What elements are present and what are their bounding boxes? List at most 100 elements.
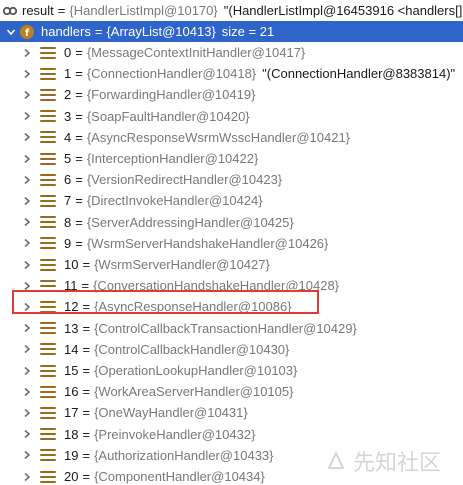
- chevron-right-icon[interactable]: [20, 470, 34, 484]
- item-index: 14: [64, 341, 79, 357]
- list-item[interactable]: 18 = {PreinvokeHandler@10432}: [0, 424, 463, 445]
- item-value: {WsrmServerHandshakeHandler@10426}: [86, 235, 329, 251]
- list-item[interactable]: 10 = {WsrmServerHandler@10427}: [0, 254, 463, 275]
- list-item[interactable]: 7 = {DirectInvokeHandler@10424}: [0, 190, 463, 211]
- equals-sign: =: [94, 24, 103, 39]
- equals-sign: =: [82, 447, 91, 463]
- item-index: 17: [64, 405, 79, 421]
- item-index: 11: [64, 278, 78, 294]
- item-index: 1: [64, 66, 72, 82]
- debugger-variables-tree: result = {HandlerListImpl@10170} "(Handl…: [0, 0, 463, 485]
- list-item-icon: [40, 385, 56, 399]
- chevron-right-icon[interactable]: [20, 364, 34, 378]
- list-item-icon: [40, 279, 56, 293]
- chevron-right-icon[interactable]: [20, 88, 34, 102]
- chevron-right-icon[interactable]: [20, 109, 34, 123]
- list-item[interactable]: 20 = {ComponentHandler@10434}: [0, 466, 463, 485]
- list-item[interactable]: 13 = {ControlCallbackTransactionHandler@10…: [0, 318, 463, 339]
- chevron-right-icon[interactable]: [20, 406, 34, 420]
- item-index: 15: [64, 363, 79, 378]
- item-value: {VersionRedirectHandler@10423}: [86, 172, 283, 188]
- equals-sign: =: [82, 257, 91, 272]
- item-index: 12: [64, 299, 79, 315]
- item-index: 6: [64, 172, 72, 188]
- list-item[interactable]: 14 = {ControlCallbackHandler@10430}: [0, 339, 463, 360]
- item-value: {AuthorizationHandler@10433}: [94, 447, 274, 463]
- list-item[interactable]: 1 = {ConnectionHandler@10418} "(ConnectionH…: [0, 63, 463, 84]
- item-index: 16: [64, 384, 79, 400]
- list-item-icon: [40, 236, 56, 250]
- chevron-right-icon[interactable]: [20, 300, 34, 314]
- chevron-down-icon[interactable]: [4, 25, 18, 39]
- item-string: "(ConnectionHandler@8383814)": [262, 66, 456, 82]
- item-index: 8: [64, 214, 72, 230]
- item-index: 9: [64, 235, 72, 251]
- handlers-row[interactable]: f handlers = {ArrayList@10413} size = 21: [0, 21, 463, 42]
- chevron-right-icon[interactable]: [20, 194, 34, 208]
- list-item[interactable]: 6 = {VersionRedirectHandler@10423}: [0, 169, 463, 190]
- equals-sign: =: [75, 45, 83, 60]
- item-index: 19: [64, 447, 79, 463]
- list-item[interactable]: 11 = {ConversationHandshakeHandler@10428}: [0, 275, 463, 296]
- equals-sign: =: [75, 129, 83, 145]
- list-item-icon: [40, 258, 56, 272]
- list-item[interactable]: 2 = {ForwardingHandler@10419}: [0, 84, 463, 105]
- equals-sign: =: [82, 426, 91, 442]
- result-value: {HandlerListImpl@10170}: [69, 3, 218, 18]
- result-name: result: [22, 3, 54, 18]
- chevron-right-icon[interactable]: [20, 342, 34, 356]
- list-item-icon: [40, 321, 56, 335]
- chevron-right-icon[interactable]: [20, 427, 34, 441]
- list-item[interactable]: 3 = {SoapFaultHandler@10420}: [0, 106, 463, 127]
- chevron-right-icon[interactable]: [20, 448, 34, 462]
- list-item[interactable]: 9 = {WsrmServerHandshakeHandler@10426}: [0, 233, 463, 254]
- list-item-icon: [40, 67, 56, 81]
- item-value: {AsyncResponseHandler@10086}: [94, 299, 292, 315]
- equals-sign: =: [82, 299, 91, 315]
- handlers-name: handlers: [41, 24, 91, 39]
- equals-sign: =: [82, 469, 91, 484]
- item-value: {DirectInvokeHandler@10424}: [86, 193, 263, 209]
- list-item[interactable]: 12 = {AsyncResponseHandler@10086}: [0, 296, 463, 317]
- equals-sign: =: [75, 151, 83, 166]
- item-value: {ConnectionHandler@10418}: [86, 66, 257, 82]
- chevron-right-icon[interactable]: [20, 236, 34, 250]
- result-string: "(HandlerListImpl@16453916 <handlers[](C…: [223, 3, 463, 18]
- item-value: {PreinvokeHandler@10432}: [94, 426, 256, 442]
- item-index: 13: [64, 320, 79, 336]
- list-item[interactable]: 17 = {OneWayHandler@10431}: [0, 402, 463, 423]
- list-item[interactable]: 16 = {WorkAreaServerHandler@10105}: [0, 381, 463, 402]
- list-item[interactable]: 0 = {MessageContextInitHandler@10417}: [0, 42, 463, 63]
- equals-sign: =: [82, 384, 91, 400]
- list-item-icon: [40, 88, 56, 102]
- item-index: 10: [64, 257, 79, 272]
- chevron-right-icon[interactable]: [20, 152, 34, 166]
- chevron-right-icon[interactable]: [20, 385, 34, 399]
- equals-sign: =: [82, 363, 91, 378]
- list-item[interactable]: 5 = {InterceptionHandler@10422}: [0, 148, 463, 169]
- item-index: 0: [64, 45, 72, 60]
- equals-sign: =: [75, 87, 83, 103]
- chevron-right-icon[interactable]: [20, 279, 34, 293]
- list-item[interactable]: 4 = {AsyncResponseWsrmWsscHandler@10421}: [0, 127, 463, 148]
- chevron-right-icon[interactable]: [20, 67, 34, 81]
- list-item[interactable]: 8 = {ServerAddressingHandler@10425}: [0, 212, 463, 233]
- chevron-right-icon[interactable]: [20, 173, 34, 187]
- item-value: {OneWayHandler@10431}: [94, 405, 248, 421]
- list-item-icon: [40, 300, 56, 314]
- item-value: {WsrmServerHandler@10427}: [94, 257, 270, 272]
- chevron-right-icon[interactable]: [20, 321, 34, 335]
- chevron-right-icon[interactable]: [20, 258, 34, 272]
- result-row[interactable]: result = {HandlerListImpl@10170} "(Handl…: [0, 0, 463, 21]
- list-item[interactable]: 15 = {OperationLookupHandler@10103}: [0, 360, 463, 381]
- chevron-right-icon[interactable]: [20, 46, 34, 60]
- item-index: 7: [64, 193, 72, 209]
- item-value: {WorkAreaServerHandler@10105}: [94, 384, 294, 400]
- item-value: {MessageContextInitHandler@10417}: [86, 45, 306, 60]
- chevron-right-icon[interactable]: [20, 130, 34, 144]
- list-item[interactable]: 19 = {AuthorizationHandler@10433}: [0, 445, 463, 466]
- chevron-right-icon[interactable]: [20, 215, 34, 229]
- list-item-icon: [40, 109, 56, 123]
- list-item-icon: [40, 342, 56, 356]
- item-index: 3: [64, 108, 72, 124]
